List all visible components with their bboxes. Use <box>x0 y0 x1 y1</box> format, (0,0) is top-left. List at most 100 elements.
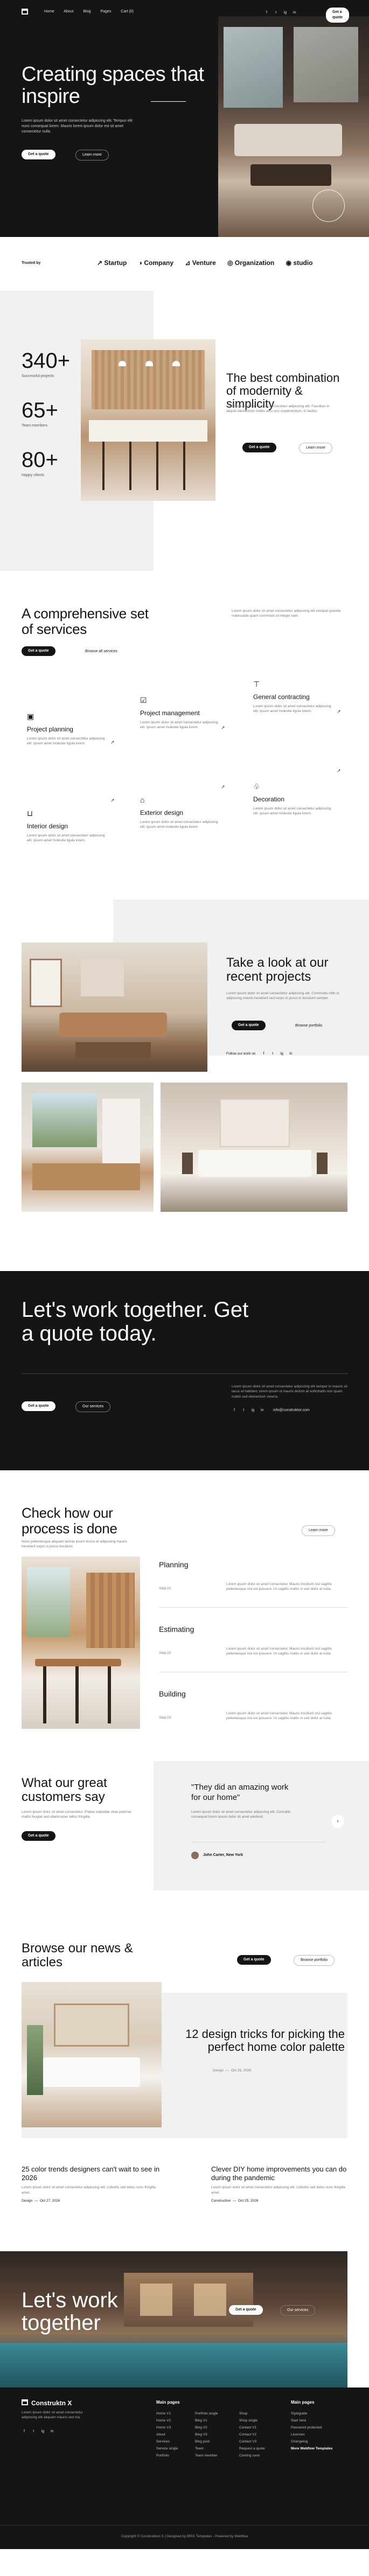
footer-link[interactable]: Service single <box>156 2445 178 2452</box>
facebook-icon[interactable]: f <box>264 10 269 16</box>
footer-link[interactable]: Team member <box>195 2452 218 2459</box>
footer-text: Lorem ipsum dolor sit amet consectetur a… <box>22 2411 83 2420</box>
footer-link[interactable]: Services <box>156 2438 178 2445</box>
footer-link[interactable]: Blog V3 <box>195 2431 218 2438</box>
service-card[interactable]: ⊤ General contracting Lorem ipsum dolor … <box>253 679 334 714</box>
projects-browse-button[interactable]: Browse portfolio <box>288 1021 329 1031</box>
footer-link[interactable]: Password protected <box>291 2424 332 2431</box>
linkedin-icon[interactable]: in <box>50 2429 55 2434</box>
footer-link[interactable]: Coming soon <box>239 2452 265 2459</box>
instagram-icon[interactable]: ig <box>282 10 288 16</box>
cta-quote-button[interactable]: Get a quote <box>229 2305 263 2315</box>
footer-link[interactable]: Contact V2 <box>239 2431 265 2438</box>
projects-quote-button[interactable]: Get a quote <box>232 1021 266 1031</box>
hero-quote-button[interactable]: Get a quote <box>22 150 55 160</box>
footer-link[interactable]: Contact V1 <box>239 2424 265 2431</box>
service-card[interactable]: ⊔ Interior design Lorem ipsum dolor sit … <box>27 808 108 843</box>
blog-post-card[interactable]: 25 color trends designers can't wait to … <box>22 2165 172 2203</box>
play-icon[interactable] <box>312 190 345 222</box>
service-card[interactable]: ▣ Project planning Lorem ipsum dolor sit… <box>27 711 108 746</box>
about-quote-button[interactable]: Get a quote <box>242 443 276 453</box>
blog-post-card[interactable]: Clever DIY home improvements you can do … <box>211 2165 349 2203</box>
footer-link[interactable]: Request a quote <box>239 2445 265 2452</box>
footer-link[interactable]: Shop <box>239 2410 265 2417</box>
services-title: A comprehensive set of services <box>22 605 149 637</box>
testimonials-quote-button[interactable]: Get a quote <box>22 1831 55 1841</box>
hero-learn-button[interactable]: Learn more <box>75 150 109 161</box>
next-arrow-icon[interactable]: › <box>331 1815 344 1828</box>
footer-link[interactable]: Team <box>195 2445 218 2452</box>
featured-post-title[interactable]: 12 design tricks for picking the perfect… <box>172 2027 345 2054</box>
service-card[interactable]: ⌂ Exterior design Lorem ipsum dolor sit … <box>140 794 221 830</box>
footer-col-title: Main pages <box>156 2400 180 2405</box>
linkedin-icon[interactable]: in <box>292 10 297 16</box>
twitter-icon[interactable]: t <box>31 2429 36 2434</box>
process-learn-button[interactable]: Learn more <box>302 1525 335 1537</box>
footer-link[interactable]: Licenses <box>291 2431 332 2438</box>
twitter-icon[interactable]: t <box>273 10 279 16</box>
project-image-bathroom[interactable] <box>22 1083 154 1212</box>
facebook-icon[interactable]: f <box>22 2429 27 2434</box>
linkedin-icon[interactable]: in <box>288 1051 294 1057</box>
nav-link-pages[interactable]: Pages <box>100 10 111 13</box>
instagram-icon[interactable]: ig <box>250 1408 255 1413</box>
footer-link[interactable]: About <box>156 2431 178 2438</box>
footer-copyright: Copyright © Construktion X | Designed by… <box>121 2535 248 2538</box>
twitter-icon[interactable]: t <box>241 1408 246 1413</box>
arrow-icon[interactable]: ↗ <box>110 739 115 746</box>
testimonials-section: What our great customers say Lorem ipsum… <box>0 1740 369 1912</box>
about-learn-button[interactable]: Learn more <box>299 443 332 454</box>
quote-quote-button[interactable]: Get a quote <box>22 1401 55 1412</box>
blog-quote-button[interactable]: Get a quote <box>237 1955 271 1965</box>
footer-link[interactable]: Contact V3 <box>239 2438 265 2445</box>
nav-link-about[interactable]: About <box>64 10 73 13</box>
instagram-icon[interactable]: ig <box>279 1051 284 1057</box>
arrow-icon[interactable]: ↗ <box>110 797 115 804</box>
quote-divider <box>22 1373 347 1374</box>
footer-links-2: Portfolio single Blog V1 Blog V2 Blog V3… <box>195 2410 218 2459</box>
footer-link[interactable]: Home V3 <box>156 2424 178 2431</box>
project-image-bedroom[interactable] <box>161 1083 347 1212</box>
footer-link[interactable]: Portfolio single <box>195 2410 218 2417</box>
logo-icon[interactable] <box>22 9 28 15</box>
nav-link-blog[interactable]: Blog <box>83 10 91 13</box>
hero-text: Lorem ipsum dolor sit amet consectetur a… <box>22 119 133 134</box>
footer-link[interactable]: Blog post <box>195 2438 218 2445</box>
cta-services-button[interactable]: Our services <box>280 2305 316 2316</box>
arrow-icon[interactable]: ↗ <box>221 784 225 791</box>
services-browse-button[interactable]: Browse all services <box>78 646 124 658</box>
arrow-icon[interactable]: ↗ <box>337 708 341 715</box>
footer-link[interactable]: Styleguide <box>291 2410 332 2417</box>
nav-link-home[interactable]: Home <box>44 10 54 13</box>
linkedin-icon[interactable]: in <box>260 1408 265 1413</box>
instagram-icon[interactable]: ig <box>40 2429 45 2434</box>
process-title: Check how our process is done <box>22 1505 117 1537</box>
footer-link[interactable]: Changelog <box>291 2438 332 2445</box>
projects-section: Take a look at our recent projects Lorem… <box>0 899 369 1271</box>
quote-services-button[interactable]: Our services <box>75 1401 111 1413</box>
project-image-living[interactable] <box>22 943 207 1072</box>
arrow-icon[interactable]: ↗ <box>337 767 341 774</box>
service-card[interactable]: ♧ Decoration Lorem ipsum dolor sit amet … <box>253 781 334 816</box>
footer-link[interactable]: Blog V2 <box>195 2424 218 2431</box>
services-quote-button[interactable]: Get a quote <box>22 646 55 657</box>
blog-browse-button[interactable]: Browse portfolio <box>294 1955 335 1966</box>
facebook-icon[interactable]: f <box>261 1051 266 1057</box>
twitter-icon[interactable]: t <box>270 1051 275 1057</box>
facebook-icon[interactable]: f <box>232 1408 237 1413</box>
arrow-icon[interactable]: ↗ <box>221 724 225 731</box>
footer-link[interactable]: More Webflow Templates <box>291 2445 332 2452</box>
footer-brand[interactable]: Construktn X <box>31 2399 72 2408</box>
nav-link-cart[interactable]: Cart (0) <box>121 10 134 13</box>
footer-link[interactable]: Start here <box>291 2417 332 2424</box>
service-card[interactable]: ☑ Project management Lorem ipsum dolor s… <box>140 695 221 730</box>
nav-quote-button[interactable]: Get a quote <box>326 8 350 23</box>
quote-email[interactable]: info@construktor.com <box>273 1408 310 1412</box>
footer-link[interactable]: Blog V1 <box>195 2417 218 2424</box>
footer-link[interactable]: Home V1 <box>156 2410 178 2417</box>
featured-post-image[interactable] <box>22 1982 162 2127</box>
footer-link[interactable]: Portfolio <box>156 2452 178 2459</box>
footer-logo-icon[interactable] <box>22 2399 28 2405</box>
footer-link[interactable]: Home V2 <box>156 2417 178 2424</box>
footer-link[interactable]: Shop single <box>239 2417 265 2424</box>
